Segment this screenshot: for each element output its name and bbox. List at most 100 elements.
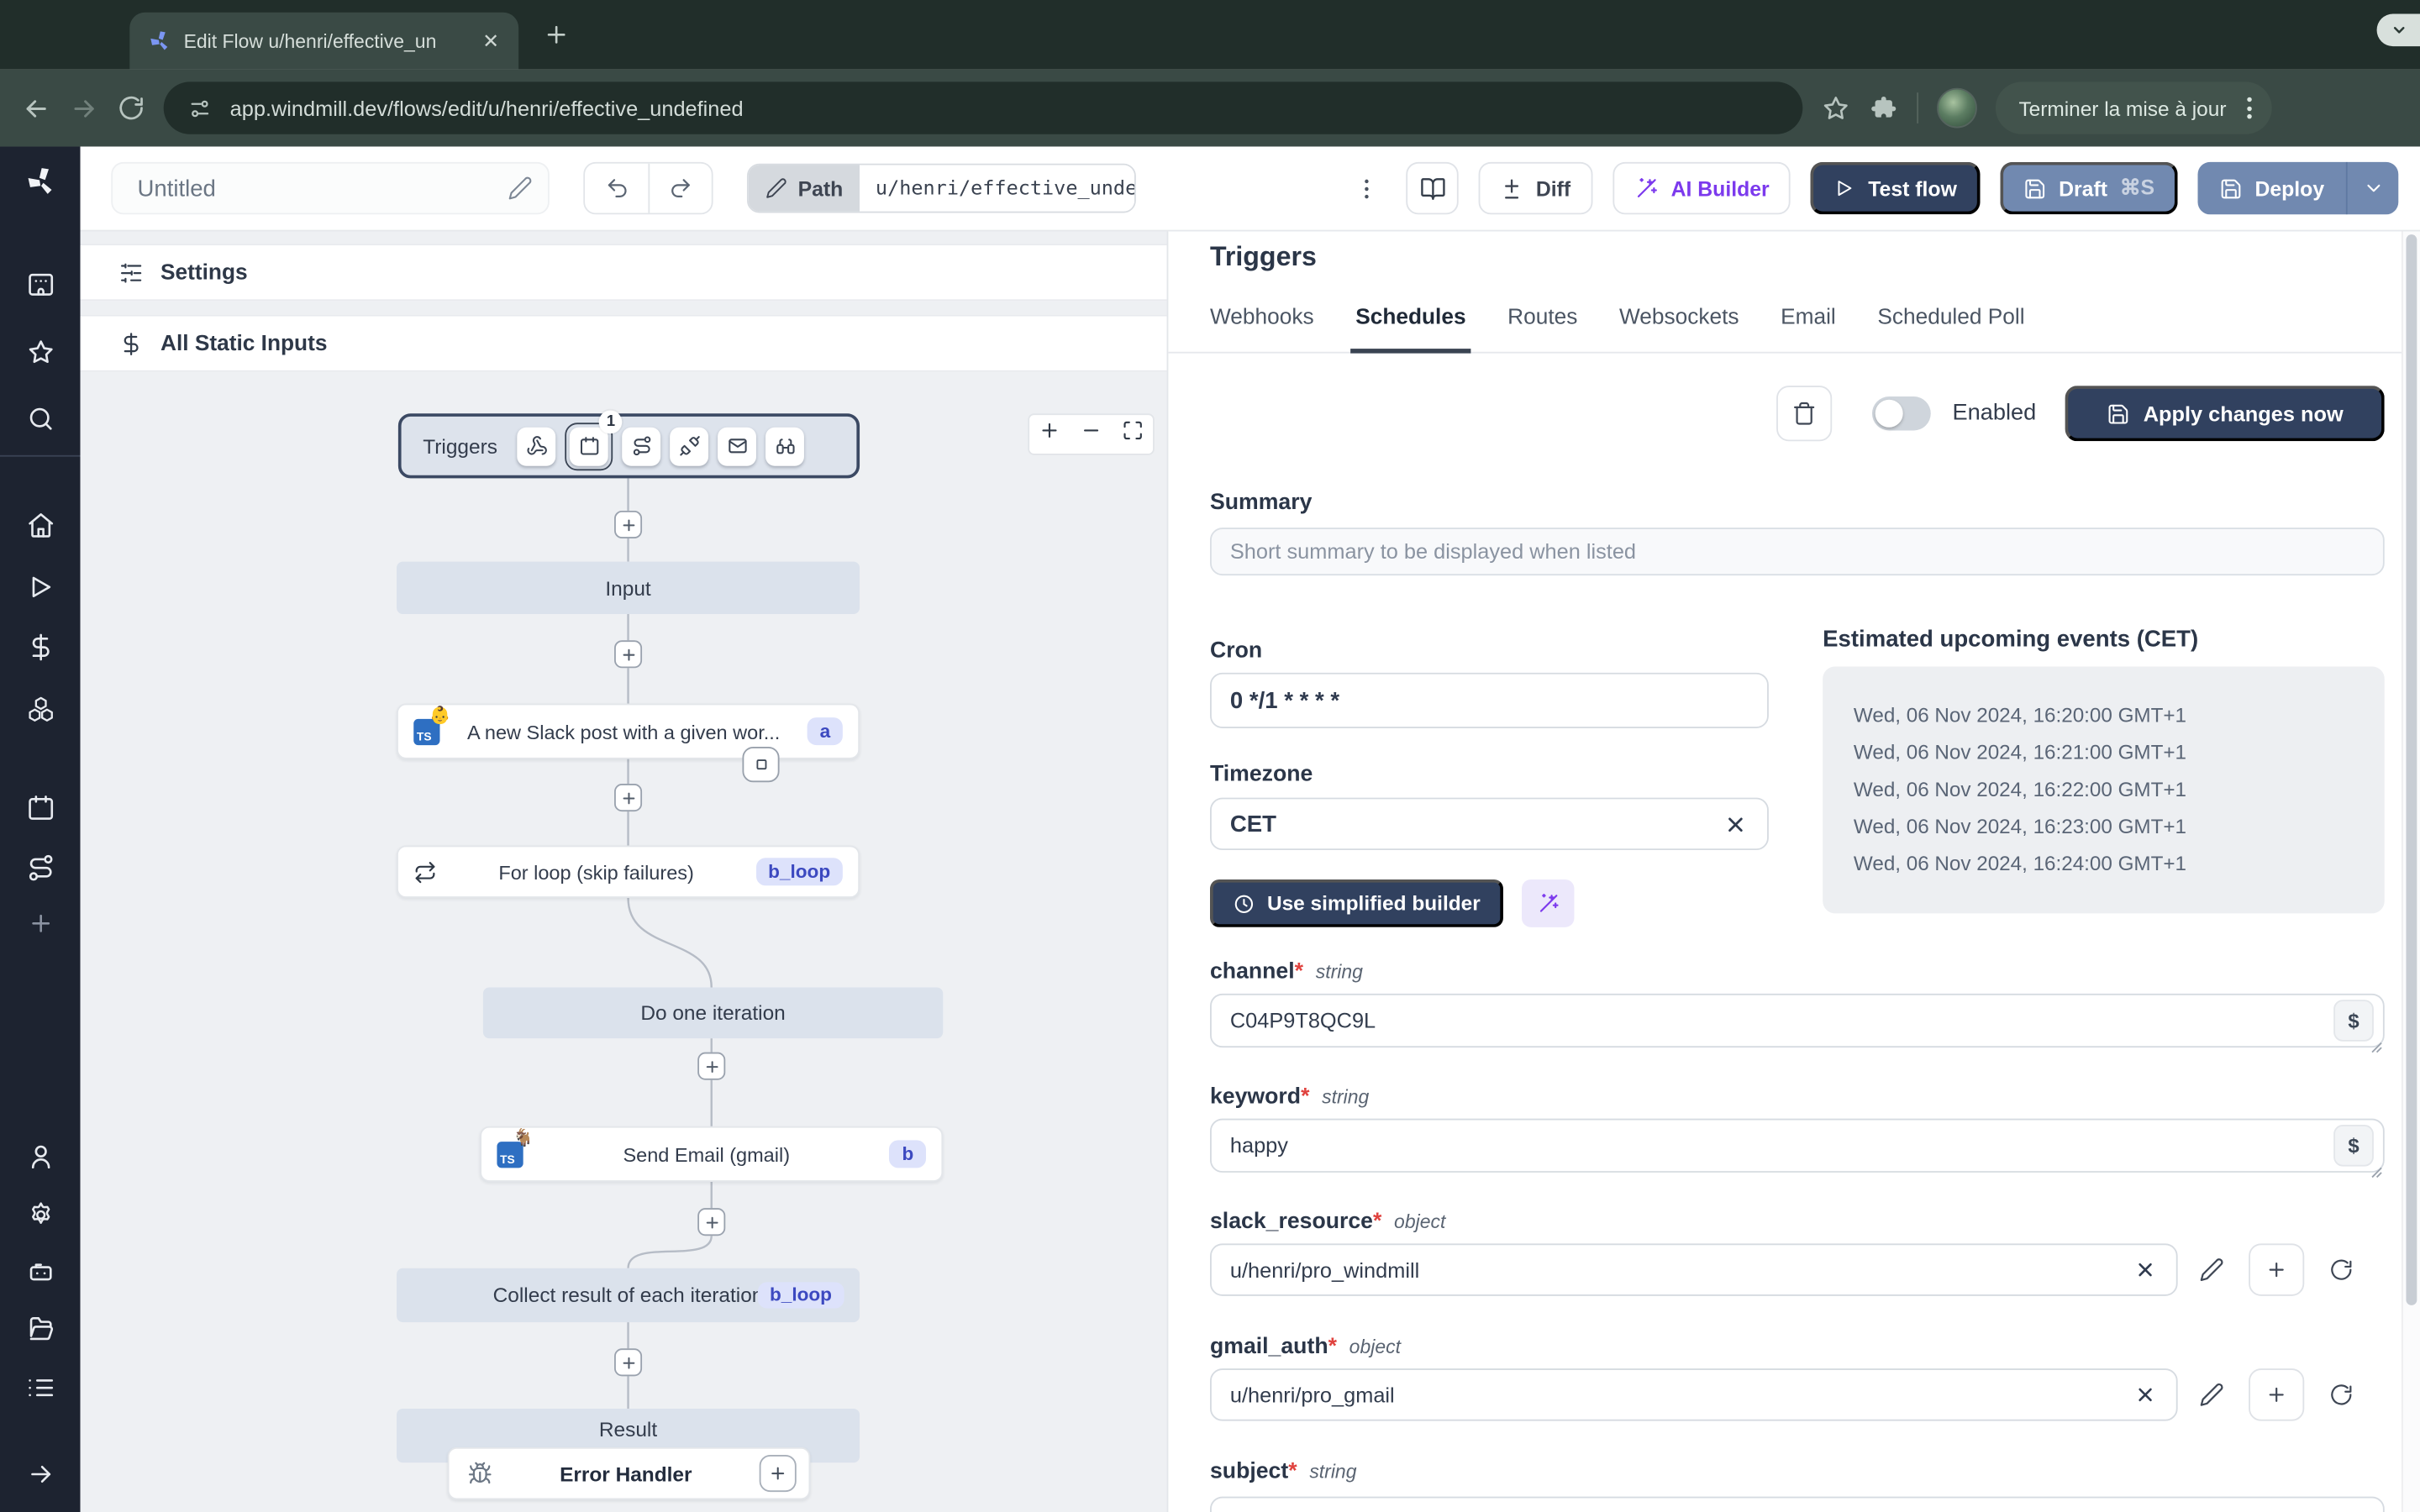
sidebar-search-icon[interactable] [0, 404, 81, 433]
add-step-button[interactable] [614, 784, 643, 812]
docs-button[interactable] [1406, 161, 1460, 215]
sidebar-folders-icon[interactable] [0, 1315, 81, 1344]
add-step-button[interactable] [614, 510, 643, 539]
add-step-button[interactable] [614, 1348, 643, 1377]
path-chip[interactable]: Path u/henri/effective_undef [746, 163, 1137, 213]
scheduled-poll-trigger-icon[interactable] [765, 426, 805, 465]
bookmark-star-icon[interactable] [1821, 93, 1850, 123]
tab-webhooks[interactable]: Webhooks [1210, 306, 1314, 352]
scrollbar-thumb[interactable] [2406, 234, 2417, 1305]
ai-builder-button[interactable]: AI Builder [1612, 161, 1791, 215]
sidebar-variables-icon[interactable] [0, 633, 81, 662]
sidebar-user-icon[interactable] [0, 1142, 81, 1171]
tab-schedules[interactable]: Schedules [1350, 306, 1470, 354]
gmail-auth-input[interactable] [1210, 1368, 2178, 1421]
simplified-builder-button[interactable]: Use simplified builder [1210, 879, 1504, 927]
sidebar-collapse-icon[interactable] [0, 1460, 81, 1489]
email-trigger-icon[interactable] [718, 426, 757, 465]
delete-schedule-button[interactable] [1776, 386, 1833, 442]
sidebar-runs-icon[interactable] [0, 572, 81, 601]
route-trigger-icon[interactable] [622, 426, 661, 465]
avatar[interactable] [1937, 87, 1977, 129]
zoom-in-icon[interactable] [1039, 420, 1061, 449]
sidebar-settings-icon[interactable] [0, 1200, 81, 1230]
more-menu-icon[interactable] [1348, 169, 1386, 207]
new-tab-icon[interactable] [544, 22, 570, 55]
tab-websockets[interactable]: Websockets [1619, 306, 1739, 352]
browser-tab[interactable]: Edit Flow u/henri/effective_un ✕ [129, 12, 519, 70]
ai-cron-wand-button[interactable] [1522, 879, 1575, 927]
keyword-expr-button[interactable]: $ [2333, 1124, 2374, 1167]
sidebar-apps-icon[interactable] [0, 270, 81, 299]
fit-view-icon[interactable] [1122, 420, 1144, 449]
websocket-trigger-icon[interactable] [670, 426, 709, 465]
send-email-node[interactable]: TS 🐐 Send Email (gmail) b [480, 1126, 944, 1182]
tab-scheduled-poll[interactable]: Scheduled Poll [1877, 306, 2024, 352]
path-value[interactable]: u/henri/effective_undef [860, 165, 1135, 212]
edit-title-icon[interactable] [508, 176, 532, 200]
schedule-trigger-selected[interactable]: 1 [565, 409, 623, 470]
sidebar-workers-icon[interactable] [0, 1257, 81, 1287]
test-flow-button[interactable]: Test flow [1811, 161, 1981, 215]
error-handler-node[interactable]: Error Handler [447, 1446, 811, 1500]
site-settings-icon[interactable] [188, 97, 212, 120]
webhook-trigger-icon[interactable] [517, 426, 556, 465]
refresh-slack-resource-icon[interactable] [2329, 1257, 2354, 1282]
apply-changes-button[interactable]: Apply changes now [2065, 386, 2385, 442]
back-icon[interactable] [22, 93, 51, 123]
enabled-toggle[interactable] [1871, 396, 1931, 431]
zoom-out-icon[interactable] [1081, 420, 1102, 449]
extensions-icon[interactable] [1869, 93, 1898, 123]
sidebar-home-icon[interactable] [0, 511, 81, 540]
reload-icon[interactable] [118, 94, 145, 122]
module-action-button[interactable] [742, 746, 780, 783]
edit-gmail-auth-icon[interactable] [2199, 1383, 2223, 1407]
clear-gmail-auth-icon[interactable] [2134, 1384, 2156, 1406]
timezone-input[interactable] [1210, 797, 1769, 851]
collect-result-node[interactable]: Collect result of each iteration b_loop [397, 1268, 860, 1323]
tab-email[interactable]: Email [1781, 306, 1836, 352]
undo-button[interactable] [585, 163, 649, 213]
cron-input[interactable] [1210, 672, 1769, 728]
add-error-handler-button[interactable] [759, 1455, 797, 1493]
schedule-trigger-icon[interactable] [570, 426, 609, 465]
summary-input[interactable] [1210, 528, 2385, 576]
forward-icon[interactable] [70, 93, 99, 123]
config-scrollbar[interactable] [2401, 231, 2420, 1512]
sidebar-resources-icon[interactable] [0, 695, 81, 724]
add-step-button[interactable] [614, 640, 643, 669]
diff-button[interactable]: Diff [1478, 161, 1592, 215]
tab-routes[interactable]: Routes [1507, 306, 1577, 352]
slack-step-node[interactable]: TS 👶 A new Slack post with a given wor...… [397, 703, 860, 759]
resize-handle[interactable] [2370, 1034, 2383, 1053]
sidebar-favorites-icon[interactable] [0, 338, 81, 367]
for-loop-node[interactable]: For loop (skip failures) b_loop [397, 845, 860, 898]
sidebar-logs-icon[interactable] [0, 1373, 81, 1403]
tab-search-chevron-icon[interactable] [2376, 13, 2420, 47]
deploy-button[interactable]: Deploy [2197, 162, 2345, 214]
triggers-node[interactable]: Triggers 1 [397, 409, 860, 479]
browser-menu-icon[interactable] [2242, 97, 2256, 119]
add-step-button[interactable] [697, 1052, 726, 1080]
address-bar[interactable]: app.windmill.dev/flows/edit/u/henri/effe… [163, 81, 1803, 134]
sidebar-flows-icon[interactable] [0, 853, 81, 883]
windmill-logo[interactable] [0, 165, 81, 198]
deploy-dropdown-icon[interactable] [2345, 161, 2398, 215]
sidebar-add-icon[interactable] [0, 911, 81, 937]
channel-expr-button[interactable]: $ [2333, 1000, 2374, 1042]
clear-slack-resource-icon[interactable] [2134, 1259, 2156, 1281]
tab-close-icon[interactable]: ✕ [478, 29, 502, 53]
subject-input[interactable] [1210, 1496, 2385, 1512]
draft-button[interactable]: Draft ⌘S [2000, 161, 2178, 215]
clear-timezone-icon[interactable] [1724, 813, 1748, 837]
redo-button[interactable] [648, 163, 712, 213]
flow-title-box[interactable]: Untitled [111, 161, 550, 215]
add-slack-resource-button[interactable] [2249, 1243, 2305, 1296]
browser-update-button[interactable]: Terminer la mise à jour [1995, 81, 2271, 134]
sidebar-schedules-icon[interactable] [0, 793, 81, 822]
resize-handle[interactable] [2370, 1158, 2383, 1179]
flow-canvas[interactable]: Triggers 1 Input TS 👶 A new Slack post w… [81, 232, 1167, 1512]
add-gmail-auth-button[interactable] [2249, 1368, 2305, 1421]
slack-resource-input[interactable] [1210, 1243, 2178, 1296]
edit-slack-resource-icon[interactable] [2199, 1257, 2223, 1282]
